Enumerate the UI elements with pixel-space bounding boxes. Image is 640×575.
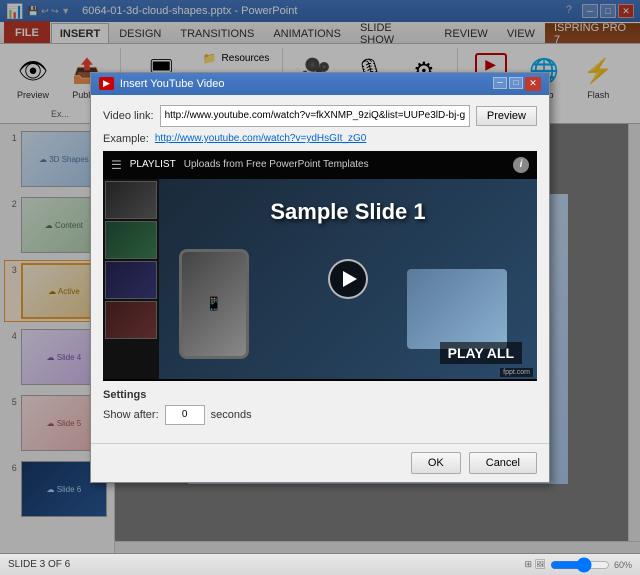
dialog-title-text: ▶ Insert YouTube Video [99, 77, 225, 90]
video-thumb-2[interactable] [105, 221, 157, 259]
mountain-image [407, 269, 507, 349]
preview-video-btn[interactable]: Preview [476, 106, 537, 126]
dialog-overlay: ▶ Insert YouTube Video ─ □ ✕ Video link:… [0, 0, 640, 554]
video-controls: ▶ 🔊 0:00 / 0:37 You▶Tube ⛶ [103, 379, 537, 381]
play-button[interactable] [328, 259, 368, 299]
example-link[interactable]: http://www.youtube.com/watch?v=ydHsGIt_z… [155, 133, 366, 144]
playlist-label: PLAYLIST [130, 159, 176, 170]
video-link-label: Video link: [103, 110, 154, 122]
video-thumb-4[interactable] [105, 301, 157, 339]
play-triangle-icon [343, 271, 357, 287]
zoom-slider[interactable] [550, 559, 610, 571]
video-main: Sample Slide 1 📱 PLAY ALL fppt.com [103, 179, 537, 379]
example-row: Example: http://www.youtube.com/watch?v=… [103, 133, 537, 145]
video-thumb-3[interactable] [105, 261, 157, 299]
phone-image: 📱 [179, 249, 249, 359]
playlist-icon: ☰ [111, 158, 122, 172]
seconds-label: seconds [211, 409, 252, 421]
playlist-title: Uploads from Free PowerPoint Templates [184, 159, 369, 170]
example-label: Example: [103, 133, 149, 145]
fppt-badge: fppt.com [500, 368, 533, 377]
dialog-title-bar: ▶ Insert YouTube Video ─ □ ✕ [91, 73, 549, 95]
bottom-controls: ⊞ 🖼 60% [525, 559, 632, 571]
dialog-maximize[interactable]: □ [509, 77, 523, 89]
dialog-footer: OK Cancel [91, 443, 549, 482]
play-all-label: PLAY ALL [440, 342, 522, 364]
settings-row: Show after: seconds [103, 405, 537, 425]
dialog-title-icon: ▶ [99, 77, 114, 90]
insert-youtube-dialog: ▶ Insert YouTube Video ─ □ ✕ Video link:… [90, 72, 550, 483]
show-after-label: Show after: [103, 409, 159, 421]
settings-label: Settings [103, 389, 537, 401]
info-icon: i [513, 157, 529, 173]
video-link-row: Video link: Preview [103, 105, 537, 127]
slide-counter: SLIDE 3 OF 6 [8, 559, 70, 570]
dialog-minimize[interactable]: ─ [493, 77, 507, 89]
dialog-title-label: Insert YouTube Video [120, 78, 225, 90]
video-link-input[interactable] [160, 105, 470, 127]
video-preview-area: ☰ PLAYLIST Uploads from Free PowerPoint … [103, 151, 537, 381]
ok-button[interactable]: OK [411, 452, 461, 474]
video-thumb-1[interactable] [105, 181, 157, 219]
dialog-title-controls: ─ □ ✕ [493, 77, 541, 91]
video-playlist-bar: ☰ PLAYLIST Uploads from Free PowerPoint … [103, 151, 537, 179]
video-content: Sample Slide 1 📱 PLAY ALL fppt.com [159, 179, 537, 379]
bottom-bar: SLIDE 3 OF 6 ⊞ 🖼 60% [0, 553, 640, 575]
slide-preview-title: Sample Slide 1 [159, 199, 537, 225]
cancel-button[interactable]: Cancel [469, 452, 537, 474]
settings-section: Settings Show after: seconds [103, 389, 537, 425]
dialog-body: Video link: Preview Example: http://www.… [91, 95, 549, 443]
video-thumbnails [103, 179, 159, 379]
show-after-input[interactable] [165, 405, 205, 425]
dialog-close-btn[interactable]: ✕ [525, 77, 541, 91]
